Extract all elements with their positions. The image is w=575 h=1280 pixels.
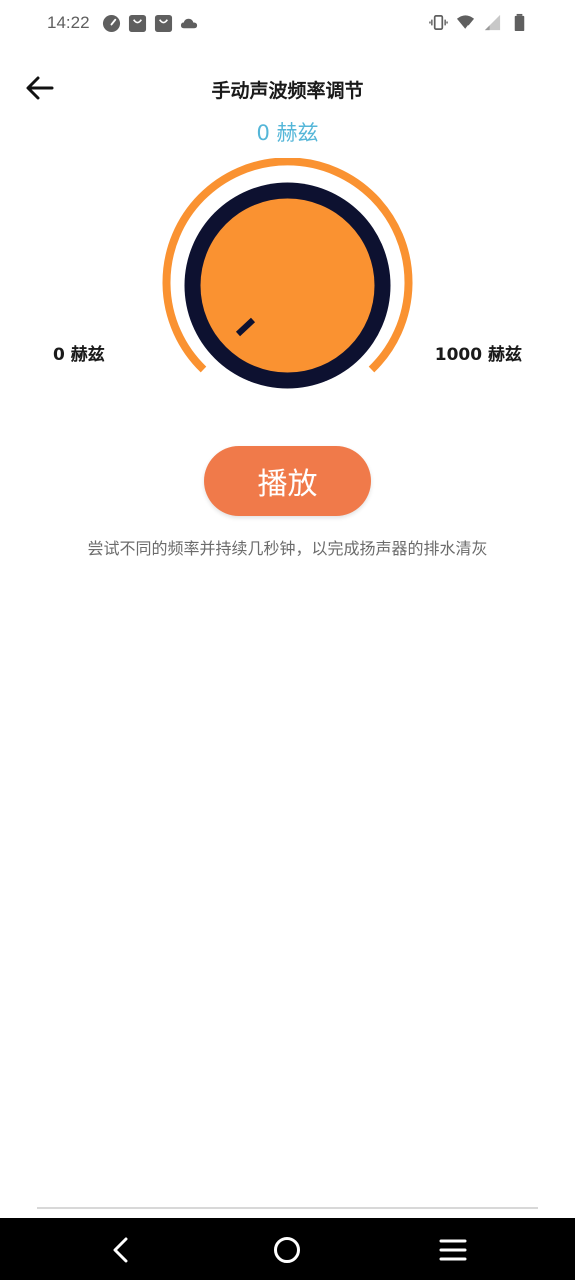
bottom-divider xyxy=(37,1207,538,1209)
menu-nav-icon xyxy=(439,1239,467,1261)
vibrate-icon xyxy=(429,14,448,31)
back-nav-icon xyxy=(113,1237,128,1263)
home-nav-icon xyxy=(274,1237,300,1263)
speedometer-icon xyxy=(102,14,121,33)
status-time: 14:22 xyxy=(47,13,90,32)
wifi-icon xyxy=(456,15,475,30)
shopping-bag-icon xyxy=(128,14,147,33)
system-icons xyxy=(429,13,529,32)
frequency-knob[interactable] xyxy=(160,157,415,393)
max-frequency-label: 1000 赫兹 xyxy=(434,345,522,365)
signal-icon xyxy=(484,14,501,31)
nav-back-button[interactable] xyxy=(105,1234,137,1266)
battery-icon xyxy=(514,13,525,32)
status-bar: 14:22 xyxy=(0,0,575,48)
min-frequency-label: 0 赫兹 xyxy=(53,345,105,365)
nav-home-button[interactable] xyxy=(271,1234,303,1266)
hint-text: 尝试不同的频率并持续几秒钟，以完成扬声器的排水清灰 xyxy=(87,539,488,558)
play-button[interactable]: 播放 xyxy=(204,446,371,516)
knob-face xyxy=(200,198,375,373)
current-frequency: 0 赫兹 xyxy=(256,121,319,145)
shopping-bag-icon xyxy=(154,14,173,33)
notification-icons xyxy=(102,14,199,33)
navigation-bar xyxy=(0,1218,575,1280)
app-bar: 手动声波频率调节 xyxy=(0,62,575,114)
nav-menu-button[interactable] xyxy=(437,1234,469,1266)
page-title: 手动声波频率调节 xyxy=(211,80,364,102)
cloud-icon xyxy=(180,18,198,29)
